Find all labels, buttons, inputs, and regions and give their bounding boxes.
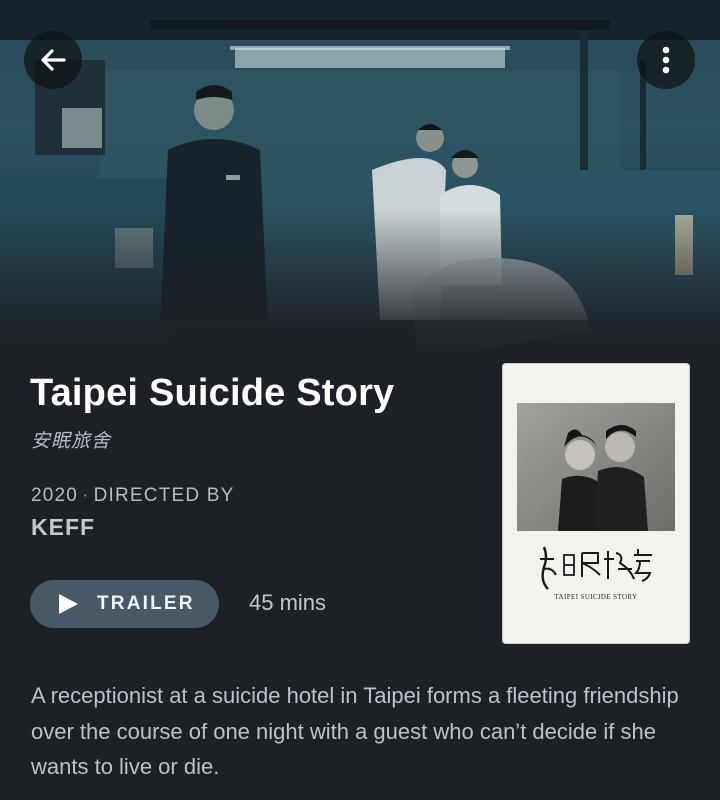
meta-separator: · <box>82 485 90 506</box>
backdrop-fade <box>0 210 720 360</box>
director-name[interactable]: KEFF <box>31 514 95 541</box>
poster-artwork <box>517 403 675 531</box>
directed-by-label: DIRECTED BY <box>93 485 235 506</box>
more-vertical-icon <box>662 46 670 74</box>
trailer-button[interactable]: TRAILER <box>30 580 219 628</box>
original-title: 安眠旅舍 <box>31 431 112 452</box>
movie-title: Taipei Suicide Story <box>30 372 395 414</box>
more-options-button[interactable] <box>637 31 695 89</box>
trailer-label: TRAILER <box>97 593 195 614</box>
release-year: 2020 <box>31 485 79 506</box>
poster-caption: TAIPEI SUICIDE STORY <box>554 593 638 601</box>
synopsis: A receptionist at a suicide hotel in Tai… <box>31 683 679 779</box>
backdrop-image <box>0 0 720 360</box>
movie-poster[interactable]: TAIPEI SUICIDE STORY <box>502 363 690 644</box>
movie-meta: 2020 · DIRECTED BY <box>31 485 235 507</box>
arrow-left-icon <box>41 49 66 71</box>
runtime: 45 mins <box>249 590 327 615</box>
play-icon <box>59 594 78 614</box>
poster-calligraphy-title <box>540 546 652 590</box>
back-button[interactable] <box>24 31 82 89</box>
